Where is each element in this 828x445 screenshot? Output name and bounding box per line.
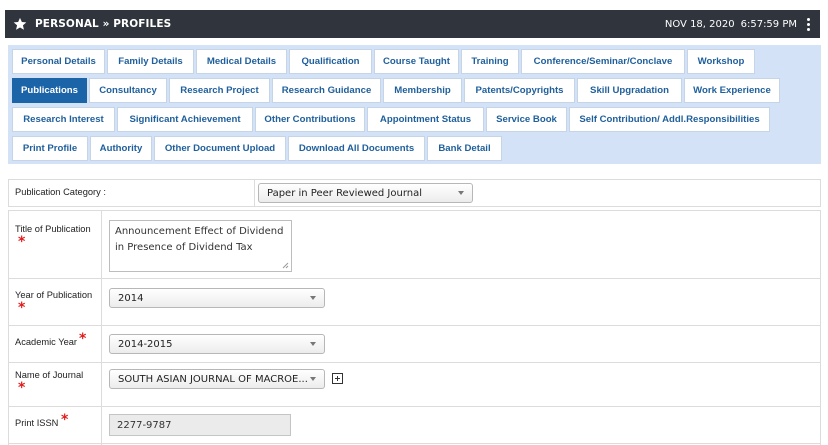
tab-conference-seminar-conclave[interactable]: Conference/Seminar/Conclave — [521, 49, 685, 74]
academic-year-label: Academic Year — [15, 337, 78, 347]
title-of-publication-value: Announcement Effect of Dividend in Prese… — [115, 226, 284, 253]
tab-workshop[interactable]: Workshop — [687, 49, 755, 74]
add-journal-plus-icon[interactable] — [332, 373, 343, 384]
required-marker: * — [18, 380, 26, 396]
profile-tab-panel: Personal Details Family Details Medical … — [8, 45, 821, 164]
tab-patents-copyrights[interactable]: Patents/Copyrights — [464, 78, 575, 103]
required-marker: * — [18, 300, 26, 316]
publication-category-label: Publication Category : — [15, 187, 106, 197]
tab-bank-detail[interactable]: Bank Detail — [427, 136, 502, 161]
academic-year-select[interactable]: 2014-2015 — [109, 334, 325, 354]
year-of-publication-label: Year of Publication — [15, 290, 93, 300]
required-marker: * — [61, 412, 69, 428]
resize-grip-icon[interactable] — [282, 262, 289, 269]
tab-download-all-documents[interactable]: Download All Documents — [288, 136, 425, 161]
print-issn-label: Print ISSN — [15, 418, 59, 428]
kebab-menu-icon[interactable] — [807, 17, 811, 31]
tab-medical-details[interactable]: Medical Details — [196, 49, 287, 74]
tab-service-book[interactable]: Service Book — [486, 107, 567, 132]
academic-year-value: 2014-2015 — [118, 338, 173, 350]
publication-form: Title of Publication * Announcement Effe… — [8, 210, 821, 445]
tab-membership[interactable]: Membership — [383, 78, 462, 103]
publication-category-row: Publication Category : Paper in Peer Rev… — [8, 179, 821, 207]
tab-work-experience[interactable]: Work Experience — [684, 78, 780, 103]
tab-family-details[interactable]: Family Details — [107, 49, 194, 74]
required-marker: * — [79, 331, 87, 347]
print-issn-input[interactable]: 2277-9787 — [109, 414, 291, 436]
tab-personal-details[interactable]: Personal Details — [12, 49, 105, 74]
tab-publications[interactable]: Publications — [12, 78, 87, 103]
publication-category-value: Paper in Peer Reviewed Journal — [267, 187, 423, 199]
tab-appointment-status[interactable]: Appointment Status — [367, 107, 484, 132]
year-of-publication-value: 2014 — [118, 292, 144, 304]
title-of-publication-label: Title of Publication — [15, 224, 91, 234]
star-icon — [13, 17, 27, 30]
tab-qualification[interactable]: Qualification — [289, 49, 372, 74]
tab-research-interest[interactable]: Research Interest — [12, 107, 115, 132]
tab-consultancy[interactable]: Consultancy — [89, 78, 167, 103]
tab-research-project[interactable]: Research Project — [169, 78, 270, 103]
name-of-journal-label: Name of Journal — [15, 370, 84, 380]
page-header: PERSONAL » PROFILES NOV 18, 2020 6:57:59… — [5, 10, 820, 38]
header-date: NOV 18, 2020 — [664, 18, 735, 30]
chevron-down-icon — [458, 191, 464, 195]
required-marker: * — [18, 234, 26, 250]
year-of-publication-select[interactable]: 2014 — [109, 288, 325, 308]
tab-research-guidance[interactable]: Research Guidance — [272, 78, 381, 103]
tab-authority[interactable]: Authority — [90, 136, 152, 161]
tab-training[interactable]: Training — [461, 49, 519, 74]
chevron-down-icon — [310, 342, 316, 346]
tab-skill-upgradation[interactable]: Skill Upgradation — [577, 78, 682, 103]
chevron-down-icon — [310, 296, 316, 300]
name-of-journal-value: SOUTH ASIAN JOURNAL OF MACROE... — [118, 373, 308, 385]
tab-other-document-upload[interactable]: Other Document Upload — [154, 136, 286, 161]
tab-other-contributions[interactable]: Other Contributions — [255, 107, 365, 132]
tab-significant-achievement[interactable]: Significant Achievement — [117, 107, 253, 132]
page-title: PERSONAL » PROFILES — [35, 18, 172, 30]
tab-print-profile[interactable]: Print Profile — [12, 136, 88, 161]
tab-self-contribution[interactable]: Self Contribution/ Addl.Responsibilities — [569, 107, 770, 132]
chevron-down-icon — [310, 377, 316, 381]
publication-category-select[interactable]: Paper in Peer Reviewed Journal — [258, 183, 473, 203]
title-of-publication-textarea[interactable]: Announcement Effect of Dividend in Prese… — [109, 220, 292, 272]
tab-course-taught[interactable]: Course Taught — [374, 49, 459, 74]
print-issn-value: 2277-9787 — [117, 419, 172, 431]
name-of-journal-select[interactable]: SOUTH ASIAN JOURNAL OF MACROE... — [109, 369, 325, 389]
header-time: 6:57:59 PM — [740, 18, 797, 30]
